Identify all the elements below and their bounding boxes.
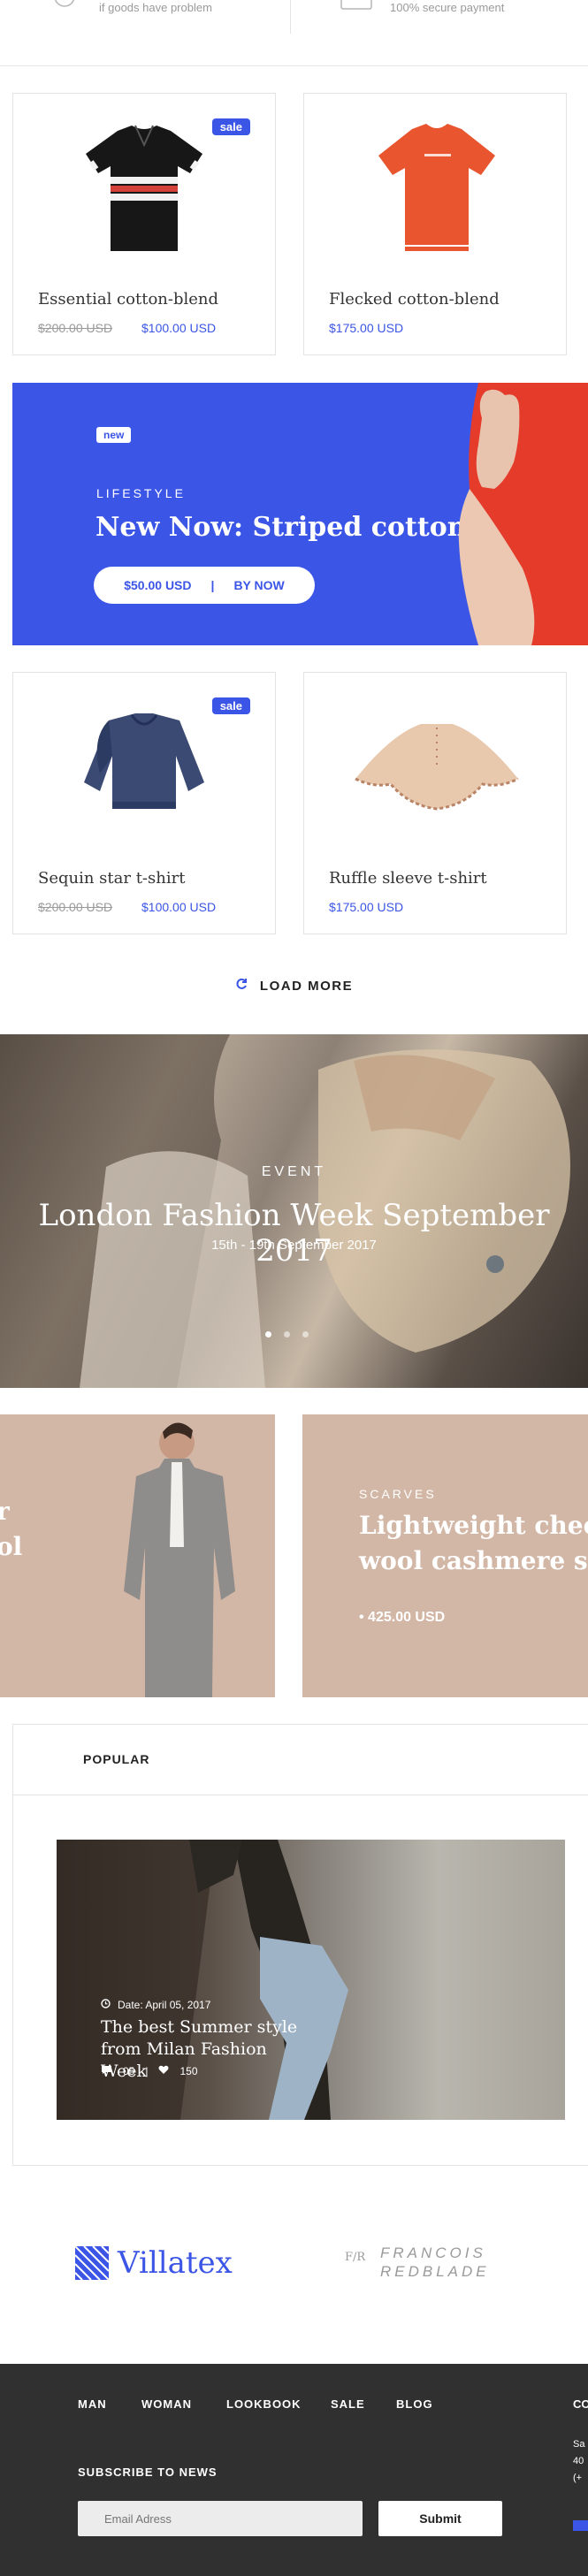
footer-nav-man[interactable]: MAN <box>78 2397 107 2411</box>
tile-title-line1: r <box>0 1497 10 1526</box>
promo-banner: new LIFESTYLE New Now: Striped cotton $5… <box>12 383 588 645</box>
product-price: $100.00 USD <box>141 321 217 335</box>
promo-cta-label: BY NOW <box>233 578 285 592</box>
promo-separator: | <box>210 578 215 592</box>
product-card[interactable]: sale Sequin star t-shirt $200.00 USD $10… <box>12 672 276 934</box>
product-price: $175.00 USD <box>329 321 404 335</box>
carousel-dots <box>265 1331 309 1338</box>
blog-post-card[interactable]: Date: April 05, 2017 The best Summer sty… <box>57 1840 565 2120</box>
product-card[interactable]: Ruffle sleeve t-shirt $175.00 USD <box>303 672 567 934</box>
villatex-logo-icon <box>75 2246 109 2280</box>
carousel-dot[interactable] <box>265 1331 271 1338</box>
promo-kicker: LIFESTYLE <box>96 486 186 500</box>
load-more-label: LOAD MORE <box>259 978 354 994</box>
product-name[interactable]: Flecked cotton-blend <box>329 290 500 309</box>
promo-buy-button[interactable]: $50.00 USD | BY NOW <box>94 567 315 604</box>
product-image-orange-tee[interactable] <box>366 117 508 267</box>
brand-name-line2: REDBLADE <box>380 2263 490 2280</box>
product-price: $100.00 USD <box>141 900 217 914</box>
post-likes-count: 150 <box>179 2065 198 2077</box>
footer-contact-title: CO <box>573 2397 588 2411</box>
product-price: $175.00 USD <box>329 900 404 914</box>
tile-title-line2: wool cashmere sca <box>359 1546 588 1575</box>
features-strip: if goods have problem 100% secure paymen… <box>0 0 588 66</box>
post-comments-count: 05 <box>123 2065 135 2077</box>
product-image-ruffle-top[interactable] <box>350 717 523 823</box>
event-title: London Fashion Week September 2017 <box>38 1198 550 1269</box>
brand-mark: F/R <box>345 2251 366 2264</box>
tile-price: • 425.00 USD <box>359 1610 446 1625</box>
promo-model-image <box>458 383 588 645</box>
post-date: Date: April 05, 2017 <box>118 1999 211 2011</box>
popular-heading: POPULAR <box>83 1752 150 1766</box>
footer-contact-line1: Sa <box>573 2439 585 2450</box>
product-card[interactable]: Flecked cotton-blend $175.00 USD <box>303 93 567 355</box>
feature-divider <box>290 0 291 34</box>
return-icon <box>51 0 78 12</box>
event-hero: EVENT London Fashion Week September 2017… <box>0 1034 588 1388</box>
feature-payment-text: 100% secure payment <box>390 1 505 14</box>
tile-title-line1: Lightweight check <box>359 1511 588 1540</box>
product-name[interactable]: Ruffle sleeve t-shirt <box>329 869 487 888</box>
promo-price: $50.00 USD <box>124 578 192 592</box>
product-image-sweater[interactable] <box>73 703 215 835</box>
product-name[interactable]: Essential cotton-blend <box>38 290 218 309</box>
tile-kicker: SCARVES <box>359 1487 437 1501</box>
tile-title-line2: ol <box>0 1532 23 1561</box>
product-old-price: $200.00 USD <box>38 900 113 914</box>
email-input[interactable] <box>78 2501 363 2536</box>
footer-contact-line2: 40 <box>573 2456 584 2466</box>
post-stats: 05 | 150 <box>101 2065 198 2077</box>
product-card[interactable]: sale Essential cotton-blend $200.00 USD … <box>12 93 276 355</box>
footer-social-icon[interactable] <box>573 2520 588 2531</box>
product-image-striped-tee[interactable] <box>73 118 215 260</box>
sale-badge: sale <box>211 118 250 135</box>
footer-nav-woman[interactable]: WOMAN <box>141 2397 192 2411</box>
card-icon <box>340 0 372 11</box>
popular-header: POPULAR <box>13 1725 588 1795</box>
new-badge: new <box>96 427 132 443</box>
post-stats-separator: | <box>145 2065 149 2077</box>
event-kicker: EVENT <box>261 1164 327 1179</box>
load-more-button[interactable]: LOAD MORE <box>0 972 588 999</box>
post-meta: Date: April 05, 2017 <box>101 1999 210 2011</box>
brand-name: Villatex <box>118 2245 233 2281</box>
product-name[interactable]: Sequin star t-shirt <box>38 869 185 888</box>
product-old-price: $200.00 USD <box>38 321 113 335</box>
collection-tile-scarves[interactable]: SCARVES Lightweight check wool cashmere … <box>302 1414 588 1697</box>
subscribe-label: SUBSCRIBE TO NEWS <box>78 2465 218 2479</box>
footer-nav-sale[interactable]: SALE <box>331 2397 365 2411</box>
submit-button[interactable]: Submit <box>378 2501 502 2536</box>
brand-logo-villatex[interactable]: Villatex <box>75 2245 233 2281</box>
clock-icon <box>101 1999 111 2011</box>
footer-nav-lookbook[interactable]: LOOKBOOK <box>226 2397 302 2411</box>
brand-name-block: FRANCOIS REDBLADE <box>380 2244 490 2281</box>
sale-badge: sale <box>211 697 250 714</box>
promo-title: New Now: Striped cotton <box>95 512 467 543</box>
carousel-dot[interactable] <box>302 1331 309 1338</box>
event-dates: 15th - 19th September 2017 <box>211 1238 377 1253</box>
footer-nav-blog[interactable]: BLOG <box>396 2397 433 2411</box>
comment-icon <box>101 2065 112 2077</box>
refresh-icon <box>235 978 248 994</box>
footer-contact-line3: (+ <box>573 2473 583 2483</box>
collection-tile-suits[interactable]: r ol <box>0 1414 275 1697</box>
brand-name-line1: FRANCOIS <box>380 2244 486 2261</box>
tile-model-image <box>124 1422 235 1697</box>
carousel-dot[interactable] <box>284 1331 290 1338</box>
heart-icon <box>158 2065 169 2077</box>
feature-return-text: if goods have problem <box>99 1 212 14</box>
